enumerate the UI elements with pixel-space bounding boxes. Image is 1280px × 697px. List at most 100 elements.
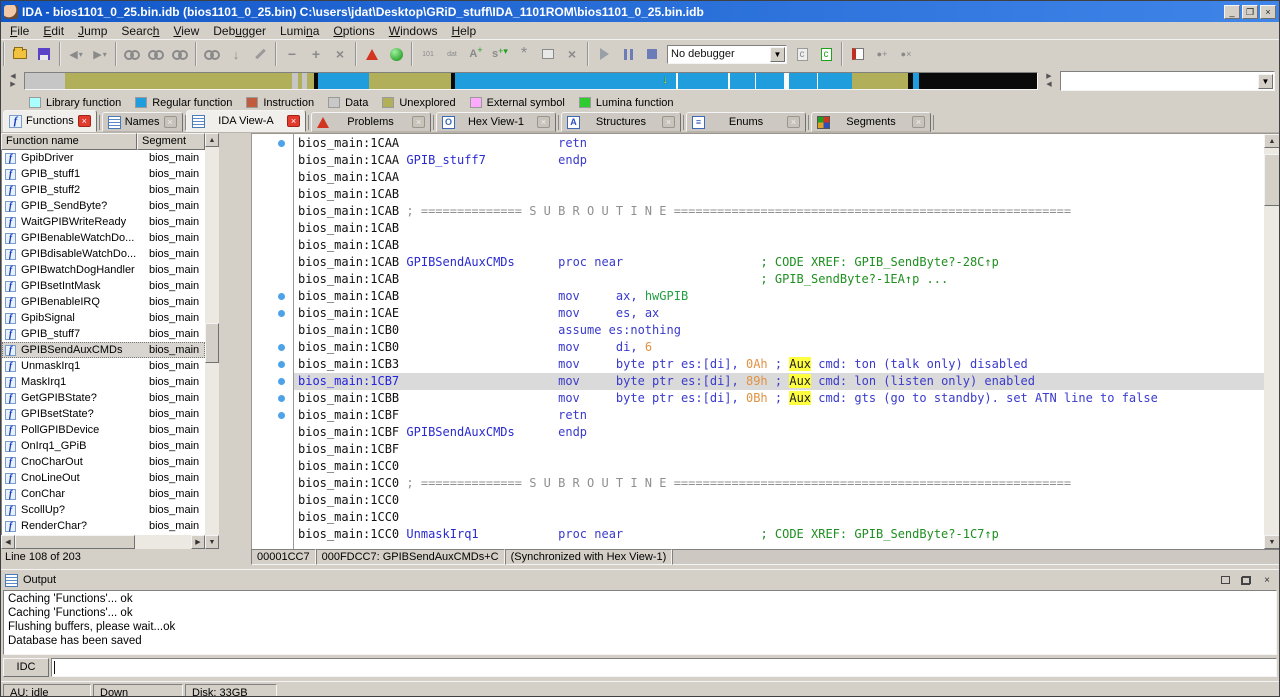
sign-function-button[interactable] <box>249 44 271 64</box>
function-row[interactable]: fGPIBSendAuxCMDsbios_main <box>2 342 205 358</box>
function-row[interactable]: fGPIBenableIRQbios_main <box>2 294 205 310</box>
function-row[interactable]: fWaitGPIBWriteReadybios_main <box>2 214 205 230</box>
disasm-line[interactable]: bios_main:1CAE mov es, ax <box>294 305 1264 322</box>
debug-start-button[interactable] <box>593 44 615 64</box>
disasm-line[interactable]: bios_main:1CAB mov ax, hwGPIB <box>294 288 1264 305</box>
function-row[interactable]: fConCharbios_main <box>2 486 205 502</box>
arrow-right-icon[interactable]: ▶ <box>1043 73 1055 81</box>
debugger-options-button[interactable] <box>847 44 869 64</box>
menu-item-edit[interactable]: Edit <box>36 23 71 39</box>
disasm-line[interactable]: bios_main:1CAA GPIB_stuff7 endp <box>294 152 1264 169</box>
function-row[interactable]: fMaskIrq1bios_main <box>2 374 205 390</box>
function-row[interactable]: fGPIBsetState?bios_main <box>2 406 205 422</box>
disasm-line[interactable]: bios_main:1CAB ; ============== S U B R … <box>294 203 1264 220</box>
make-image-button[interactable] <box>537 44 559 64</box>
function-row[interactable]: fGPIB_stuff2bios_main <box>2 182 205 198</box>
function-row[interactable]: fGPIBwatchDogHandlerbios_main <box>2 262 205 278</box>
function-row[interactable]: fOnIrq1_GPiBbios_main <box>2 438 205 454</box>
function-row[interactable]: fGPIB_stuff7bios_main <box>2 326 205 342</box>
vscroll-track[interactable] <box>1264 148 1280 535</box>
tab-ida-view-a[interactable]: IDA View-A× <box>186 110 306 132</box>
float-panel-button[interactable] <box>1238 573 1254 587</box>
disasm-line[interactable]: bios_main:1CBF retn <box>294 407 1264 424</box>
band-scroll-left[interactable]: ◀▶ <box>7 73 19 89</box>
close-icon[interactable]: × <box>662 116 675 128</box>
menu-item-jump[interactable]: Jump <box>71 23 114 39</box>
disasm-line[interactable]: bios_main:1CC0 <box>294 509 1264 526</box>
function-row[interactable]: fGpibSignalbios_main <box>2 310 205 326</box>
hscroll-track[interactable] <box>15 535 191 549</box>
close-icon[interactable]: × <box>787 116 800 128</box>
chevron-down-icon[interactable]: ▼ <box>1258 74 1273 89</box>
function-row[interactable]: fScollUp?bios_main <box>2 502 205 518</box>
function-row[interactable]: fGPIB_stuff1bios_main <box>2 166 205 182</box>
function-row[interactable]: fUnmaskIrq1bios_main <box>2 358 205 374</box>
search-text-button[interactable] <box>145 44 167 64</box>
apply-struct-button[interactable] <box>513 44 535 64</box>
idc-button[interactable]: IDC <box>3 658 49 677</box>
search-memory-button[interactable] <box>121 44 143 64</box>
function-row[interactable]: fCnoCharOutbios_main <box>2 454 205 470</box>
make-data-button[interactable] <box>441 44 463 64</box>
menu-item-help[interactable]: Help <box>444 23 483 39</box>
scroll-right-icon[interactable]: ▶ <box>191 535 205 549</box>
scroll-down-icon[interactable]: ▼ <box>205 535 219 549</box>
close-icon[interactable]: × <box>412 116 425 128</box>
arrow-left-icon[interactable]: ◀ <box>7 73 19 81</box>
arrow-left-icon[interactable]: ◀ <box>1043 81 1055 89</box>
column-function-name[interactable]: Function name <box>1 133 137 150</box>
band-scroll-right[interactable]: ▶◀ <box>1043 73 1055 89</box>
tab-structures[interactable]: Structures× <box>561 112 681 132</box>
function-row[interactable]: fPollGPIBDevicebios_main <box>2 422 205 438</box>
column-segment[interactable]: Segment <box>137 133 205 150</box>
disassembly-hscrollbar[interactable] <box>672 549 1280 565</box>
address-combo[interactable]: ▼ <box>1060 71 1275 91</box>
function-row[interactable]: fRenderChar?bios_main <box>2 518 205 534</box>
tab-names[interactable]: Names× <box>102 112 183 132</box>
menu-item-view[interactable]: View <box>166 23 206 39</box>
search-value-button[interactable] <box>169 44 191 64</box>
scroll-left-icon[interactable]: ◀ <box>1 535 15 549</box>
navigate-forward-button[interactable] <box>89 44 111 64</box>
output-log[interactable]: Caching 'Functions'... okCaching 'Functi… <box>3 590 1277 655</box>
disasm-line[interactable]: bios_main:1CAB <box>294 220 1264 237</box>
scroll-down-icon[interactable]: ▼ <box>1264 535 1280 549</box>
close-icon[interactable]: × <box>537 116 550 128</box>
run-until-return-button[interactable] <box>815 44 837 64</box>
function-list-hscrollbar[interactable]: ◀ ▶ <box>1 535 205 549</box>
vscroll-thumb[interactable] <box>205 323 219 363</box>
disasm-line[interactable]: bios_main:1CB0 mov di, 6 <box>294 339 1264 356</box>
disasm-line[interactable]: bios_main:1CAB GPIBSendAuxCMDs proc near… <box>294 254 1264 271</box>
disasm-line[interactable]: bios_main:1CB3 mov byte ptr es:[di], 0Ah… <box>294 356 1264 373</box>
minimize-button[interactable]: _ <box>1224 5 1240 19</box>
search-next-button[interactable] <box>201 44 223 64</box>
function-row[interactable]: fGPIBdisableWatchDo...bios_main <box>2 246 205 262</box>
close-icon[interactable]: × <box>912 116 925 128</box>
scroll-up-icon[interactable]: ▲ <box>1264 134 1280 148</box>
disassembly-vscrollbar[interactable]: ▲ ▼ <box>1264 134 1280 549</box>
vscroll-track[interactable] <box>205 147 219 535</box>
navigation-band[interactable]: ↓ <box>24 72 1038 90</box>
disasm-line[interactable]: bios_main:1CBF <box>294 441 1264 458</box>
menu-item-search[interactable]: Search <box>114 23 166 39</box>
tab-enums[interactable]: Enums× <box>686 112 806 132</box>
debug-pause-button[interactable] <box>617 44 639 64</box>
tab-problems[interactable]: Problems× <box>311 112 431 132</box>
disasm-line[interactable]: bios_main:1CAA <box>294 169 1264 186</box>
menu-item-file[interactable]: File <box>3 23 36 39</box>
hscroll-thumb[interactable] <box>15 535 135 549</box>
remove-item-button[interactable] <box>561 44 583 64</box>
attach-process-button[interactable] <box>791 44 813 64</box>
close-icon[interactable]: × <box>78 115 91 127</box>
close-icon[interactable]: × <box>287 115 300 127</box>
arrow-right-icon[interactable]: ▶ <box>7 81 19 89</box>
menu-item-options[interactable]: Options <box>326 23 381 39</box>
add-breakpoint-button[interactable] <box>871 44 893 64</box>
menu-item-windows[interactable]: Windows <box>382 23 445 39</box>
disasm-line[interactable]: bios_main:1CC0 ; ============== S U B R … <box>294 475 1264 492</box>
disasm-line[interactable]: bios_main:1CB7 mov byte ptr es:[di], 89h… <box>294 373 1264 390</box>
function-row[interactable]: fGPIBenableWatchDo...bios_main <box>2 230 205 246</box>
vscroll-thumb[interactable] <box>1264 154 1280 206</box>
debugger-select[interactable]: No debugger▼ <box>667 45 787 64</box>
save-database-button[interactable] <box>33 44 55 64</box>
